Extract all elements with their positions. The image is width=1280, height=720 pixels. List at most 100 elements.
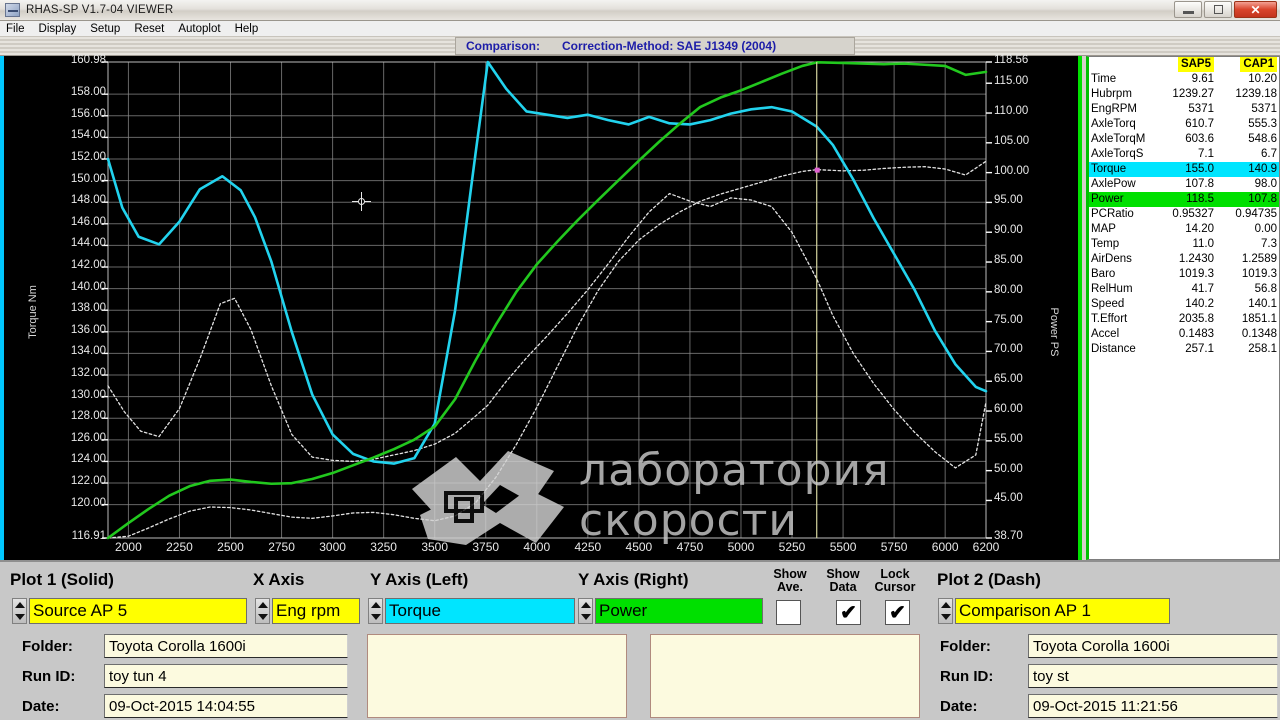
x-axis-tick-label: 2000 [115,540,142,554]
table-row: Speed 140.2 140.1 [1089,297,1279,312]
y-axis-right-tick-label: 90.00 [994,224,1023,237]
x-axis-tick-label: 5750 [880,540,908,554]
y-axis-left-ticks: 116.91 120.00 122.00 124.00 126.00 128.00 130.… [30,54,106,560]
title-bar: RHAS-SP V1.7-04 VIEWER ✕ [0,0,1280,21]
y-axis-right-tick-label: 65.00 [994,373,1023,386]
menu-item-setup[interactable]: Setup [90,23,120,35]
table-row: Power 118.5 107.8 [1089,192,1279,207]
row-label: AxleTorqS [1091,148,1144,160]
yright-combo[interactable]: Power [595,598,763,624]
y-axis-right-tick-label: 60.00 [994,403,1023,416]
row-value-cap1: 107.8 [1216,192,1279,207]
row-value-sap5: 107.8 [1185,178,1214,190]
yright-heading: Y Axis (Right) [578,570,689,589]
lock-cursor-checkbox[interactable]: ✔ [885,600,910,625]
yright-spinner[interactable] [578,598,593,624]
table-row: Baro 1019.3 1019.3 [1089,267,1279,282]
minimize-button[interactable] [1174,1,1202,18]
y-axis-left-tick-label: 140.00 [70,280,106,293]
row-value-cap1: 1019.3 [1241,268,1277,280]
menu-item-reset[interactable]: Reset [134,23,164,35]
plot1-runid-field[interactable]: toy tun 4 [104,664,348,688]
plot2-date-field[interactable]: 09-Oct-2015 11:21:56 [1028,694,1278,718]
x-axis-tick-label: 5000 [727,540,755,554]
plot2-source-spinner[interactable] [938,598,953,624]
row-value-cap1: 140.1 [1248,298,1277,310]
x-axis-tick-label: 2500 [217,540,244,554]
menu-item-autoplot[interactable]: Autoplot [178,23,220,35]
show-data-label-line2: Data [829,580,857,594]
plot1-source-spinner[interactable] [12,598,27,624]
x-axis-tick-label: 3250 [370,540,397,554]
x-axis-ticks: 2000 2250 2500 2750 3000 3250 3500 3750 4000 4250… [4,538,1086,560]
plot2-folder-field[interactable]: Toyota Corolla 1600i [1028,634,1278,658]
x-axis-tick-label: 3500 [421,540,449,554]
y-axis-right-ticks: 38.70 45.00 50.00 55.00 60.00 65.00 70.00 75.00… [986,54,1086,560]
plot1-folder-field[interactable]: Toyota Corolla 1600i [104,634,348,658]
plot1-notes-box[interactable] [367,634,627,718]
row-label: MAP [1091,223,1116,235]
row-value-cap1: 6.7 [1261,148,1277,160]
x-axis-tick-label: 6200 [972,540,1000,554]
y-axis-left-tick-label: 124.00 [70,453,106,466]
data-readout-panel: SAP5 CAP1 Time 9.61 10.20 Hubrpm 1239.27 1239… [1086,56,1280,560]
yleft-combo[interactable]: Torque [385,598,575,624]
header-col-sap5: SAP5 [1153,57,1216,72]
y-axis-left-tick-label: 160.98 [70,54,106,66]
table-row: AxleTorqS 7.1 6.7 [1089,147,1279,162]
x-axis-tick-label: 6000 [931,540,959,554]
table-row: Distance 257.1 258.1 [1089,342,1279,357]
window-controls: ✕ [1174,1,1277,18]
plot2-runid-label: Run ID: [940,668,994,685]
restore-button[interactable] [1204,1,1232,18]
row-value-sap5: 14.20 [1185,223,1214,235]
plot2-source-combo[interactable]: Comparison AP 1 [955,598,1170,624]
row-label: Speed [1091,298,1125,310]
x-axis-tick-label: 5250 [778,540,806,554]
y-axis-left-tick-label: 152.00 [70,150,106,163]
comparison-label: Comparison: [466,39,541,53]
table-row: AxlePow 107.8 98.0 [1089,177,1279,192]
row-label: PCRatio [1091,208,1134,220]
y-axis-left-title: Torque Nm [27,285,39,339]
row-label: AxleTorqM [1091,133,1146,145]
row-label: Accel [1091,328,1120,340]
yleft-spinner[interactable] [368,598,383,624]
y-axis-right-tick-label: 105.00 [994,134,1030,147]
row-value-cap1: 548.6 [1248,133,1277,145]
row-value-cap1: 7.3 [1261,238,1277,250]
row-value-sap5: 11.0 [1192,238,1214,250]
row-value-sap5: 0.95327 [1172,208,1214,220]
table-row: EngRPM 5371 5371 [1089,102,1279,117]
plot1-source-combo[interactable]: Source AP 5 [29,598,247,624]
menu-item-help[interactable]: Help [235,23,259,35]
y-axis-right-tick-label: 118.56 [994,54,1029,66]
row-value-cap1: 0.00 [1254,223,1277,235]
comparison-bar: Comparison: Correction-Method: SAE J1349… [0,37,1280,56]
x-axis-tick-label: 4000 [523,540,551,554]
row-value-cap1: 5371 [1251,103,1277,115]
row-value-sap5: 1239.27 [1172,88,1214,100]
close-button[interactable]: ✕ [1234,1,1277,18]
y-axis-left-tick-label: 156.00 [70,107,106,120]
y-axis-left-tick-label: 136.00 [70,323,106,336]
row-value-cap1: 0.1348 [1241,328,1277,340]
show-data-checkbox[interactable]: ✔ [836,600,861,625]
row-label: Torque [1089,162,1153,177]
plot2-notes-box[interactable] [650,634,920,718]
plot1-date-label: Date: [22,698,60,715]
correction-method-label: Correction-Method: SAE J1349 (2004) [562,39,777,53]
header-col-cap1: CAP1 [1216,57,1279,72]
row-label: Temp [1091,238,1120,250]
comparison-box: Comparison: Correction-Method: SAE J1349… [455,37,855,55]
menu-item-file[interactable]: File [6,23,25,35]
row-label: Power [1089,192,1153,207]
show-average-checkbox[interactable] [776,600,801,625]
menu-item-display[interactable]: Display [39,23,77,35]
plot2-runid-field[interactable]: toy st [1028,664,1278,688]
plot-area[interactable]: 116.91 120.00 122.00 124.00 126.00 128.00 130.… [0,54,1082,560]
control-panel: Plot 1 (Solid) X Axis Y Axis (Left) Y Ax… [0,560,1280,720]
xaxis-combo[interactable]: Eng rpm [272,598,360,624]
plot1-date-field[interactable]: 09-Oct-2015 14:04:55 [104,694,348,718]
xaxis-spinner[interactable] [255,598,270,624]
